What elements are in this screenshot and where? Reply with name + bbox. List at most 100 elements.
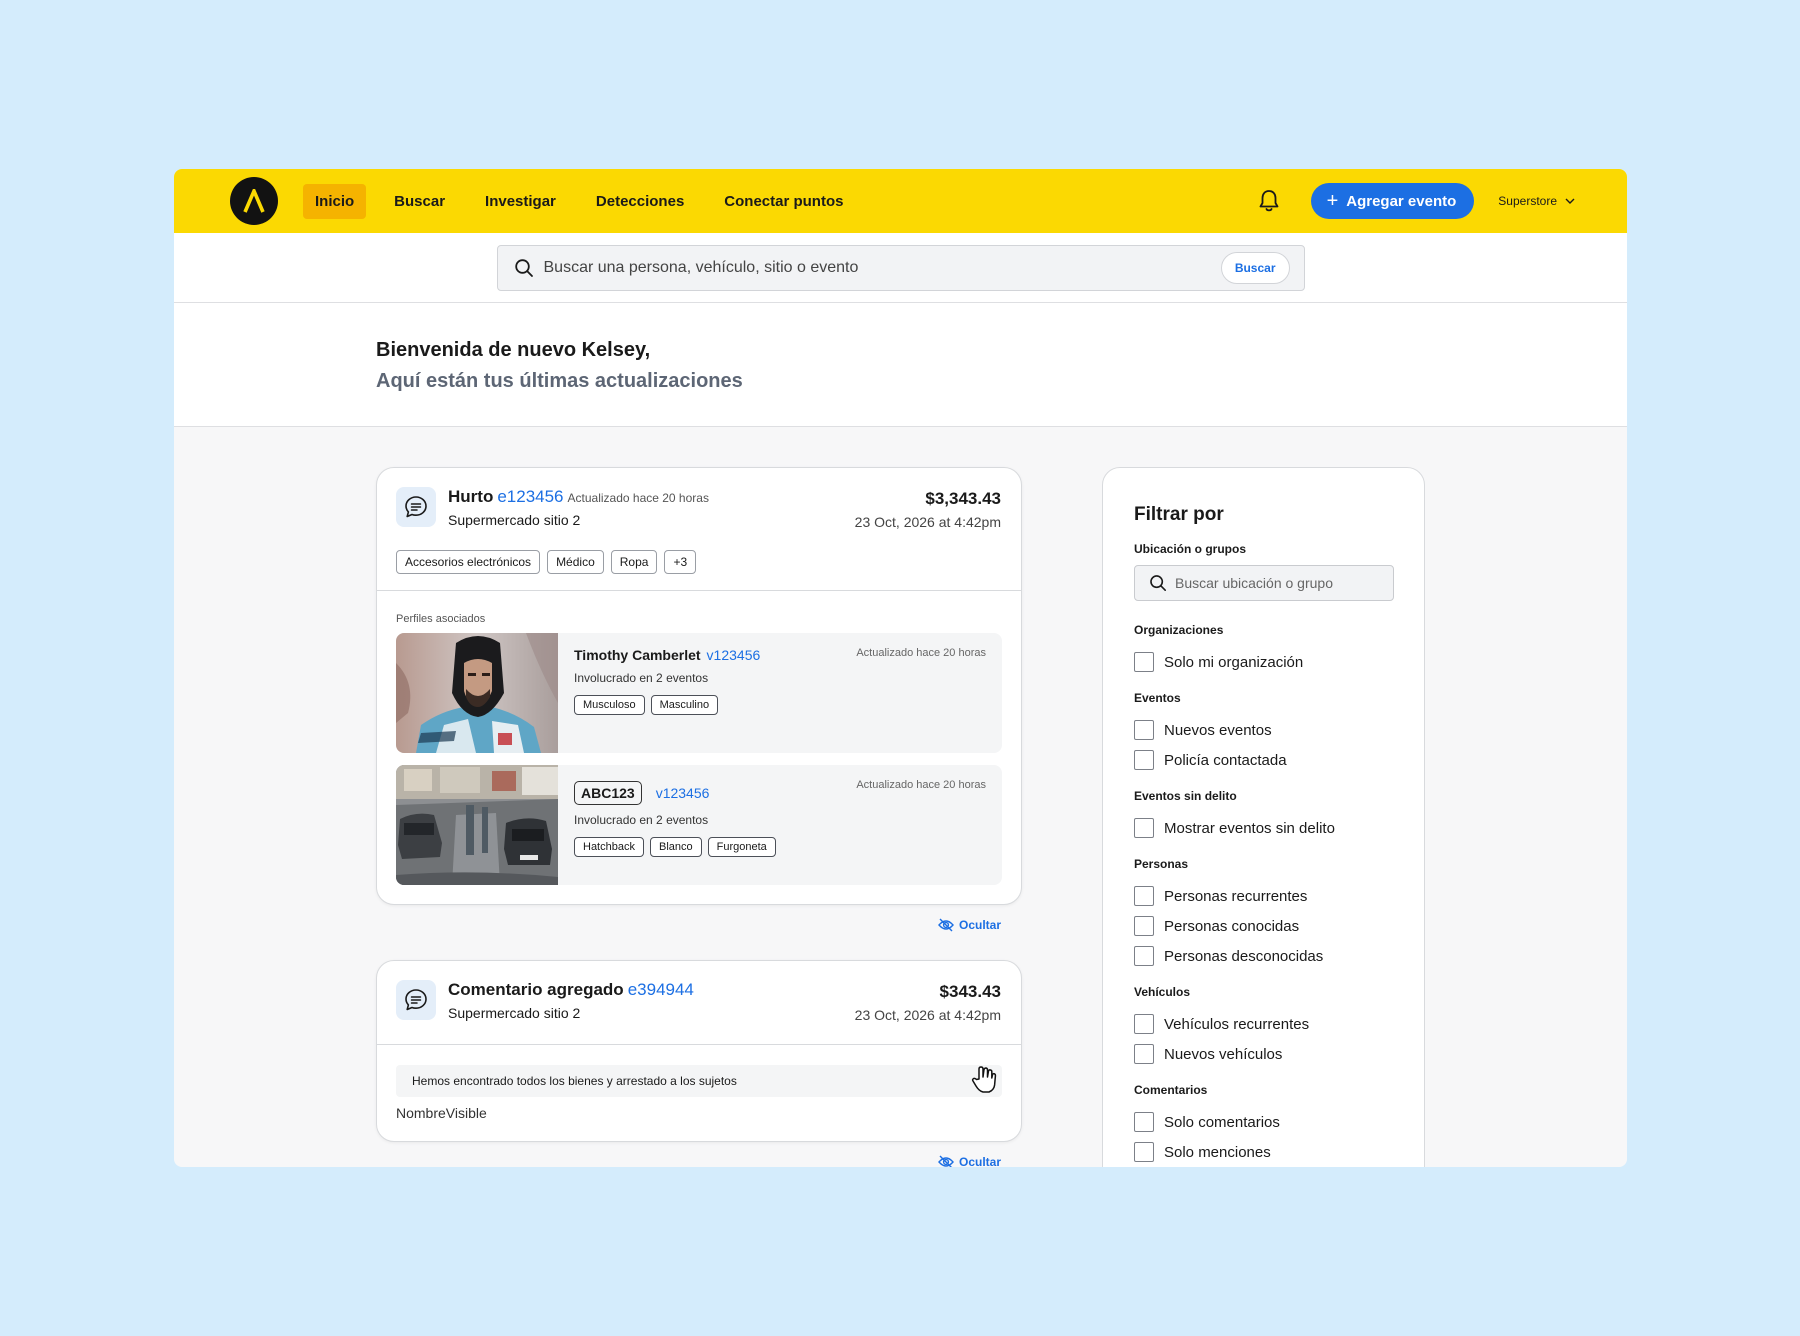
profile-updated: Actualizado hace 20 horas [856, 779, 986, 791]
nav-item-conectar-puntos[interactable]: Conectar puntos [712, 184, 855, 219]
hide-label: Ocultar [959, 918, 1002, 932]
divider [377, 590, 1021, 591]
nav-item-buscar[interactable]: Buscar [382, 184, 457, 219]
checkbox-label: Solo mi organización [1164, 653, 1304, 671]
event-id-link[interactable]: e123456 [497, 487, 563, 506]
profile-card-person[interactable]: Timothy Camberlet v123456 Involucrado en … [396, 633, 1002, 753]
plus-icon: + [1326, 190, 1339, 212]
event-card[interactable]: Comentario agregado e394944 Supermercado … [376, 960, 1022, 1142]
filter-checkbox[interactable]: Personas desconocidas [1134, 941, 1393, 971]
checkbox-label: Policía contactada [1164, 751, 1287, 769]
checkbox-box[interactable] [1134, 720, 1154, 740]
filter-checkbox[interactable]: Personas conocidas [1134, 911, 1393, 941]
comment-body: Hemos encontrado todos los bienes y arre… [412, 1074, 737, 1088]
checkbox-box[interactable] [1134, 1142, 1154, 1162]
event-tag: Accesorios electrónicos [396, 550, 541, 574]
filter-section-comentarios: Comentarios [1134, 1083, 1208, 1097]
filter-section-organizaciones: Organizaciones [1134, 623, 1224, 637]
comment-author: NombreVisible [396, 1105, 487, 1121]
checkbox-label: Personas desconocidas [1164, 947, 1324, 965]
profile-tag: Furgoneta [707, 837, 776, 857]
profile-name: Timothy Camberlet [574, 647, 701, 663]
checkbox-label: Solo comentarios [1164, 1113, 1280, 1131]
nav-item-investigar[interactable]: Investigar [473, 184, 568, 219]
vehicle-photo [396, 765, 558, 885]
global-search-row: Buscar [174, 233, 1627, 303]
license-plate: ABC123 [574, 781, 642, 805]
filter-section-personas: Personas [1134, 857, 1189, 871]
search-button[interactable]: Buscar [1220, 251, 1290, 284]
event-card[interactable]: Hurto e123456 Actualizado hace 20 horas Su… [376, 467, 1022, 905]
filter-checkbox[interactable]: Personas recurrentes [1134, 881, 1393, 911]
event-date: 23 Oct, 2026 at 4:42pm [854, 514, 1001, 530]
profile-tags: Hatchback Blanco Furgoneta [574, 837, 776, 857]
chevron-down-icon [1565, 198, 1575, 204]
add-event-button[interactable]: + Agregar evento [1310, 183, 1475, 219]
hide-event-button[interactable]: Ocultar [938, 1155, 1001, 1167]
filter-location-label: Ubicación o grupos [1134, 542, 1247, 556]
filter-section-eventos: Eventos [1134, 691, 1181, 705]
event-title: Hurto [448, 487, 494, 506]
checkbox-label: Personas conocidas [1164, 917, 1300, 935]
checkbox-box[interactable] [1134, 1014, 1154, 1034]
event-title: Comentario agregado [448, 980, 624, 999]
chat-bubble-icon [396, 487, 436, 527]
filter-checkbox[interactable]: Solo menciones [1134, 1137, 1393, 1167]
filter-section-eventos-sin-delito: Eventos sin delito [1134, 789, 1237, 803]
checkbox-box[interactable] [1134, 946, 1154, 966]
person-photo [396, 633, 558, 753]
event-tag: Médico [547, 550, 604, 574]
checkbox-box[interactable] [1134, 818, 1154, 838]
checkbox-box[interactable] [1134, 1112, 1154, 1132]
caret-logo-icon[interactable] [230, 177, 278, 225]
profile-card-vehicle[interactable]: ABC123 v123456 Involucrado en 2 eventos H… [396, 765, 1002, 885]
hide-event-button[interactable]: Ocultar [938, 918, 1001, 932]
checkbox-box[interactable] [1134, 916, 1154, 936]
event-meta: $3,343.43 23 Oct, 2026 at 4:42pm [855, 489, 1001, 530]
profile-body: Timothy Camberlet v123456 Involucrado en … [558, 633, 776, 753]
checkbox-label: Nuevos eventos [1164, 721, 1272, 739]
checkbox-label: Vehículos recurrentes [1164, 1015, 1310, 1033]
checkbox-box[interactable] [1134, 886, 1154, 906]
welcome-subtitle: Aquí están tus últimas actualizaciones [376, 370, 743, 392]
global-search-input[interactable] [543, 258, 1221, 277]
event-tag: Ropa [610, 550, 658, 574]
store-selector[interactable]: Superstore [1498, 194, 1575, 208]
hand-pointer-icon [971, 1066, 997, 1093]
filter-checkbox[interactable]: Policía contactada [1134, 745, 1393, 775]
checkbox-box[interactable] [1134, 652, 1154, 672]
store-label: Superstore [1498, 194, 1557, 208]
profile-id-link[interactable]: v123456 [707, 647, 761, 663]
global-search-box: Buscar [496, 244, 1305, 291]
bell-icon[interactable] [1255, 187, 1283, 215]
filter-section-vehiculos: Vehículos [1134, 985, 1191, 999]
profile-tag: Masculino [650, 695, 719, 715]
divider [377, 1044, 1021, 1045]
event-tag-more[interactable]: +3 [664, 550, 697, 574]
profile-id-link[interactable]: v123456 [656, 785, 710, 801]
search-icon [1150, 575, 1167, 592]
checkbox-label: Personas recurrentes [1164, 887, 1308, 905]
comment-text: Hemos encontrado todos los bienes y arre… [396, 1065, 1002, 1097]
filter-checkbox[interactable]: Nuevos vehículos [1134, 1039, 1393, 1069]
filter-checkbox[interactable]: Vehículos recurrentes [1134, 1009, 1393, 1039]
filter-checkbox[interactable]: Nuevos eventos [1134, 715, 1393, 745]
event-amount: $343.43 [939, 982, 1001, 1001]
profile-tags: Musculoso Masculino [574, 695, 760, 715]
checkbox-box[interactable] [1134, 750, 1154, 770]
event-updated: Actualizado hace 20 horas [567, 491, 709, 505]
location-search-input[interactable] [1175, 575, 1375, 591]
event-meta: $343.43 23 Oct, 2026 at 4:42pm [855, 982, 1001, 1023]
filter-checkbox[interactable]: Mostrar eventos sin delito [1134, 813, 1393, 843]
eye-off-icon [938, 1155, 954, 1167]
filter-checkbox[interactable]: Solo comentarios [1134, 1107, 1393, 1137]
filter-title: Filtrar por [1134, 504, 1224, 525]
event-id-link[interactable]: e394944 [628, 980, 694, 999]
nav-item-inicio[interactable]: Inicio [303, 183, 367, 219]
profile-body: ABC123 v123456 Involucrado en 2 eventos H… [558, 765, 792, 885]
nav-item-detecciones[interactable]: Detecciones [584, 184, 696, 219]
checkbox-box[interactable] [1134, 1044, 1154, 1064]
filter-checkbox[interactable]: Solo mi organización [1134, 647, 1393, 677]
event-amount: $3,343.43 [925, 489, 1001, 508]
event-header: Hurto e123456 Actualizado hace 20 horas Su… [377, 468, 1021, 590]
